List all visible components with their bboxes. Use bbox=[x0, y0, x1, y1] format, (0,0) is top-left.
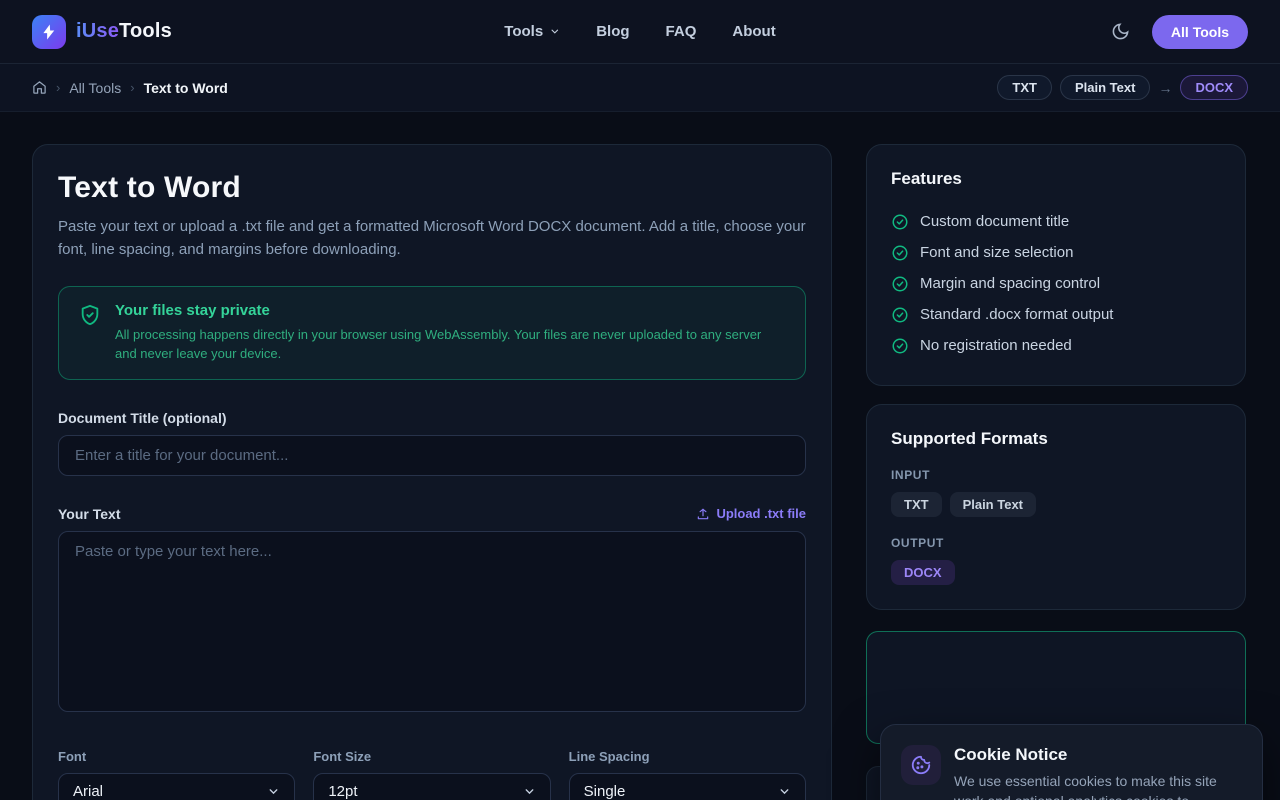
format-badges: TXT Plain Text → DOCX bbox=[997, 75, 1248, 100]
privacy-title: Your files stay private bbox=[115, 302, 785, 319]
cookie-notice: Cookie Notice We use essential cookies t… bbox=[880, 724, 1263, 800]
chevron-down-icon bbox=[778, 785, 791, 798]
breadcrumb: › All Tools › Text to Word bbox=[32, 80, 228, 96]
supported-formats-title: Supported Formats bbox=[891, 429, 1221, 449]
output-format-docx: DOCX bbox=[891, 560, 955, 585]
home-icon[interactable] bbox=[32, 80, 47, 95]
nav-about[interactable]: About bbox=[732, 23, 775, 40]
check-circle-icon bbox=[891, 213, 909, 231]
line-spacing-field: Line Spacing Single bbox=[569, 749, 806, 800]
input-label: INPUT bbox=[891, 468, 1221, 482]
brand-logo[interactable]: iUseTools bbox=[32, 15, 172, 49]
badge-plain-text: Plain Text bbox=[1060, 75, 1150, 100]
font-select[interactable]: Arial bbox=[58, 773, 295, 800]
shield-check-icon bbox=[79, 304, 101, 364]
bolt-icon bbox=[32, 15, 66, 49]
chevron-down-icon bbox=[523, 785, 536, 798]
nav-tools[interactable]: Tools bbox=[504, 23, 560, 40]
header: iUseTools Tools Blog FAQ About All Tools bbox=[0, 0, 1280, 64]
brand-name: iUseTools bbox=[76, 20, 172, 43]
font-field: Font Arial bbox=[58, 749, 295, 800]
your-text-label: Your Text bbox=[58, 506, 121, 522]
cookie-icon bbox=[901, 745, 941, 785]
nav-faq[interactable]: FAQ bbox=[666, 23, 697, 40]
all-tools-button[interactable]: All Tools bbox=[1152, 15, 1248, 49]
document-title-label: Document Title (optional) bbox=[58, 410, 806, 426]
page-title: Text to Word bbox=[58, 171, 806, 205]
line-spacing-label: Line Spacing bbox=[569, 749, 806, 764]
line-spacing-select[interactable]: Single bbox=[569, 773, 806, 800]
features-card: Features Custom document title Font and … bbox=[866, 144, 1246, 386]
chevron-down-icon bbox=[549, 26, 560, 37]
feature-item: Margin and spacing control bbox=[891, 268, 1221, 299]
feature-item: Font and size selection bbox=[891, 237, 1221, 268]
breadcrumb-current: Text to Word bbox=[144, 80, 228, 96]
theme-toggle-moon-icon[interactable] bbox=[1111, 22, 1130, 41]
features-title: Features bbox=[891, 169, 1221, 189]
input-format-txt: TXT bbox=[891, 492, 942, 517]
sidebar: Features Custom document title Font and … bbox=[866, 144, 1246, 800]
font-size-field: Font Size 12pt bbox=[313, 749, 550, 800]
chevron-right-icon: › bbox=[56, 80, 60, 95]
check-circle-icon bbox=[891, 337, 909, 355]
check-circle-icon bbox=[891, 306, 909, 324]
breadcrumb-all-tools[interactable]: All Tools bbox=[69, 80, 121, 96]
feature-item: Custom document title bbox=[891, 206, 1221, 237]
badge-docx: DOCX bbox=[1180, 75, 1248, 100]
cookie-title: Cookie Notice bbox=[954, 745, 1242, 765]
font-size-select[interactable]: 12pt bbox=[313, 773, 550, 800]
privacy-body: All processing happens directly in your … bbox=[115, 325, 785, 364]
check-circle-icon bbox=[891, 275, 909, 293]
font-label: Font bbox=[58, 749, 295, 764]
upload-txt-button[interactable]: Upload .txt file bbox=[696, 506, 806, 521]
chevron-down-icon bbox=[267, 785, 280, 798]
feature-item: Standard .docx format output bbox=[891, 299, 1221, 330]
badge-txt: TXT bbox=[997, 75, 1052, 100]
feature-item: No registration needed bbox=[891, 330, 1221, 361]
document-title-input[interactable] bbox=[58, 435, 806, 476]
text-input-area[interactable] bbox=[58, 531, 806, 712]
supported-formats-card: Supported Formats INPUT TXT Plain Text O… bbox=[866, 404, 1246, 610]
chevron-right-icon: › bbox=[130, 80, 134, 95]
check-circle-icon bbox=[891, 244, 909, 262]
cookie-body: We use essential cookies to make this si… bbox=[954, 772, 1242, 800]
breadcrumb-bar: › All Tools › Text to Word TXT Plain Tex… bbox=[0, 64, 1280, 112]
output-label: OUTPUT bbox=[891, 536, 1221, 550]
input-format-plain-text: Plain Text bbox=[950, 492, 1036, 517]
privacy-notice: Your files stay private All processing h… bbox=[58, 286, 806, 380]
tool-description: Paste your text or upload a .txt file an… bbox=[58, 215, 806, 262]
font-size-label: Font Size bbox=[313, 749, 550, 764]
nav-blog[interactable]: Blog bbox=[596, 23, 629, 40]
tool-card: Text to Word Paste your text or upload a… bbox=[32, 144, 832, 800]
upload-icon bbox=[696, 507, 710, 521]
arrow-right-icon: → bbox=[1158, 80, 1172, 96]
main-nav: Tools Blog FAQ About bbox=[504, 23, 775, 40]
